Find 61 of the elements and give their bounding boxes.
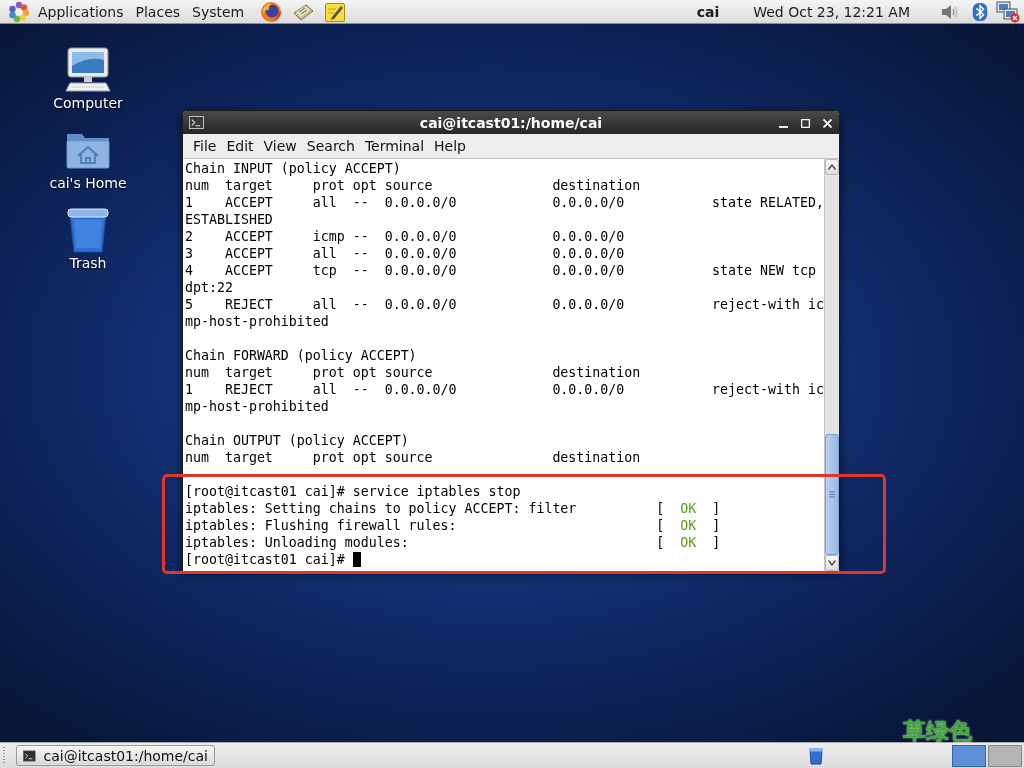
shell-prompt: [root@itcast01 cai]# xyxy=(185,552,345,567)
desktop-shortcut[interactable]: cai's Home xyxy=(40,126,136,192)
trash-icon[interactable] xyxy=(808,746,824,765)
terminal-line: mp-host-prohibited xyxy=(185,399,329,414)
close-icon xyxy=(822,118,832,128)
panel-menu[interactable]: Places xyxy=(129,0,187,23)
window-title: cai@itcast01:/home/cai xyxy=(419,114,603,131)
terminal-line: 4 ACCEPT tcp -- 0.0.0.0/0 0.0.0.0/0 state NEW tcp xyxy=(185,263,816,278)
terminal-line: iptables: Flushing firewall rules: xyxy=(185,517,457,534)
network-icon[interactable] xyxy=(996,0,1020,23)
scrollbar-track[interactable] xyxy=(824,159,839,571)
terminal-icon xyxy=(189,116,204,129)
panel-menu[interactable]: System xyxy=(186,0,251,23)
menu-item[interactable]: Search xyxy=(301,136,360,156)
terminal-line: 1 REJECT all -- 0.0.0.0/0 0.0.0.0/0 reject-with ic xyxy=(185,382,824,397)
terminal-line: 1 ACCEPT all -- 0.0.0.0/0 0.0.0.0/0 state RELATED, xyxy=(185,195,824,210)
globe-icon[interactable] xyxy=(260,0,283,23)
workspace-button[interactable] xyxy=(952,744,986,767)
desktop-shortcut[interactable]: Trash xyxy=(40,206,136,272)
terminal-line: ESTABLISHED xyxy=(185,212,273,227)
terminal-line: 5 REJECT all -- 0.0.0.0/0 0.0.0.0/0 reject-with ic xyxy=(185,297,824,312)
minimize-icon xyxy=(778,125,788,128)
status-label: [ OK ] xyxy=(656,500,721,517)
scrollbar-thumb[interactable] xyxy=(825,434,839,555)
terminal-line: [root@itcast01 cai]# service iptables stop xyxy=(185,484,521,499)
workspace-button[interactable] xyxy=(988,744,1022,767)
terminal-line: num target prot opt source destination xyxy=(185,450,641,465)
panel-menu[interactable]: Applications xyxy=(32,0,130,23)
notepad-pencil-icon[interactable] xyxy=(324,0,347,23)
terminal-icon xyxy=(23,748,36,763)
menu-item[interactable]: Help xyxy=(429,136,471,156)
scroll-up-button[interactable] xyxy=(825,159,839,175)
terminal-line: 3 ACCEPT all -- 0.0.0.0/0 0.0.0.0/0 xyxy=(185,246,625,261)
terminal-line: mp-host-prohibited xyxy=(185,314,329,329)
menu-item[interactable]: Terminal xyxy=(359,136,430,156)
bluetooth-icon[interactable] xyxy=(970,1,990,22)
menu-item[interactable]: File xyxy=(188,136,222,156)
computer-icon xyxy=(64,46,112,94)
taskbar-window-button[interactable]: cai@itcast01:/home/cai xyxy=(16,745,215,766)
terminal-line: iptables: Setting chains to policy ACCEPT: filter xyxy=(185,500,577,517)
status-label: [ OK ] xyxy=(656,517,721,534)
terminal-line: num target prot opt source destination xyxy=(185,365,641,380)
clock-label[interactable]: Wed Oct 23, 12:21 AM xyxy=(753,3,910,20)
flower-icon[interactable] xyxy=(8,0,30,23)
terminal-line: dpt:22 xyxy=(185,280,233,295)
terminal-line: 2 ACCEPT icmp -- 0.0.0.0/0 0.0.0.0/0 xyxy=(185,229,625,244)
maximize-icon xyxy=(800,118,810,128)
grip-icon xyxy=(829,491,835,498)
terminal-line: Chain FORWARD (policy ACCEPT) xyxy=(185,348,417,363)
terminal-line: Chain INPUT (policy ACCEPT) xyxy=(185,161,401,176)
terminal-line: Chain OUTPUT (policy ACCEPT) xyxy=(185,433,409,448)
terminal-line: iptables: Unloading modules: xyxy=(185,534,409,551)
menu-item[interactable]: View xyxy=(258,136,302,156)
user-name[interactable]: cai xyxy=(696,3,720,20)
terminal-line: num target prot opt source destination xyxy=(185,178,641,193)
scroll-down-button[interactable] xyxy=(825,555,839,571)
trash-icon xyxy=(64,206,112,254)
annotation-label: 草绿色 xyxy=(903,717,972,746)
desktop-shortcut[interactable]: Computer xyxy=(40,46,136,112)
menu-item[interactable]: Edit xyxy=(221,136,259,156)
status-label: [ OK ] xyxy=(656,534,721,551)
